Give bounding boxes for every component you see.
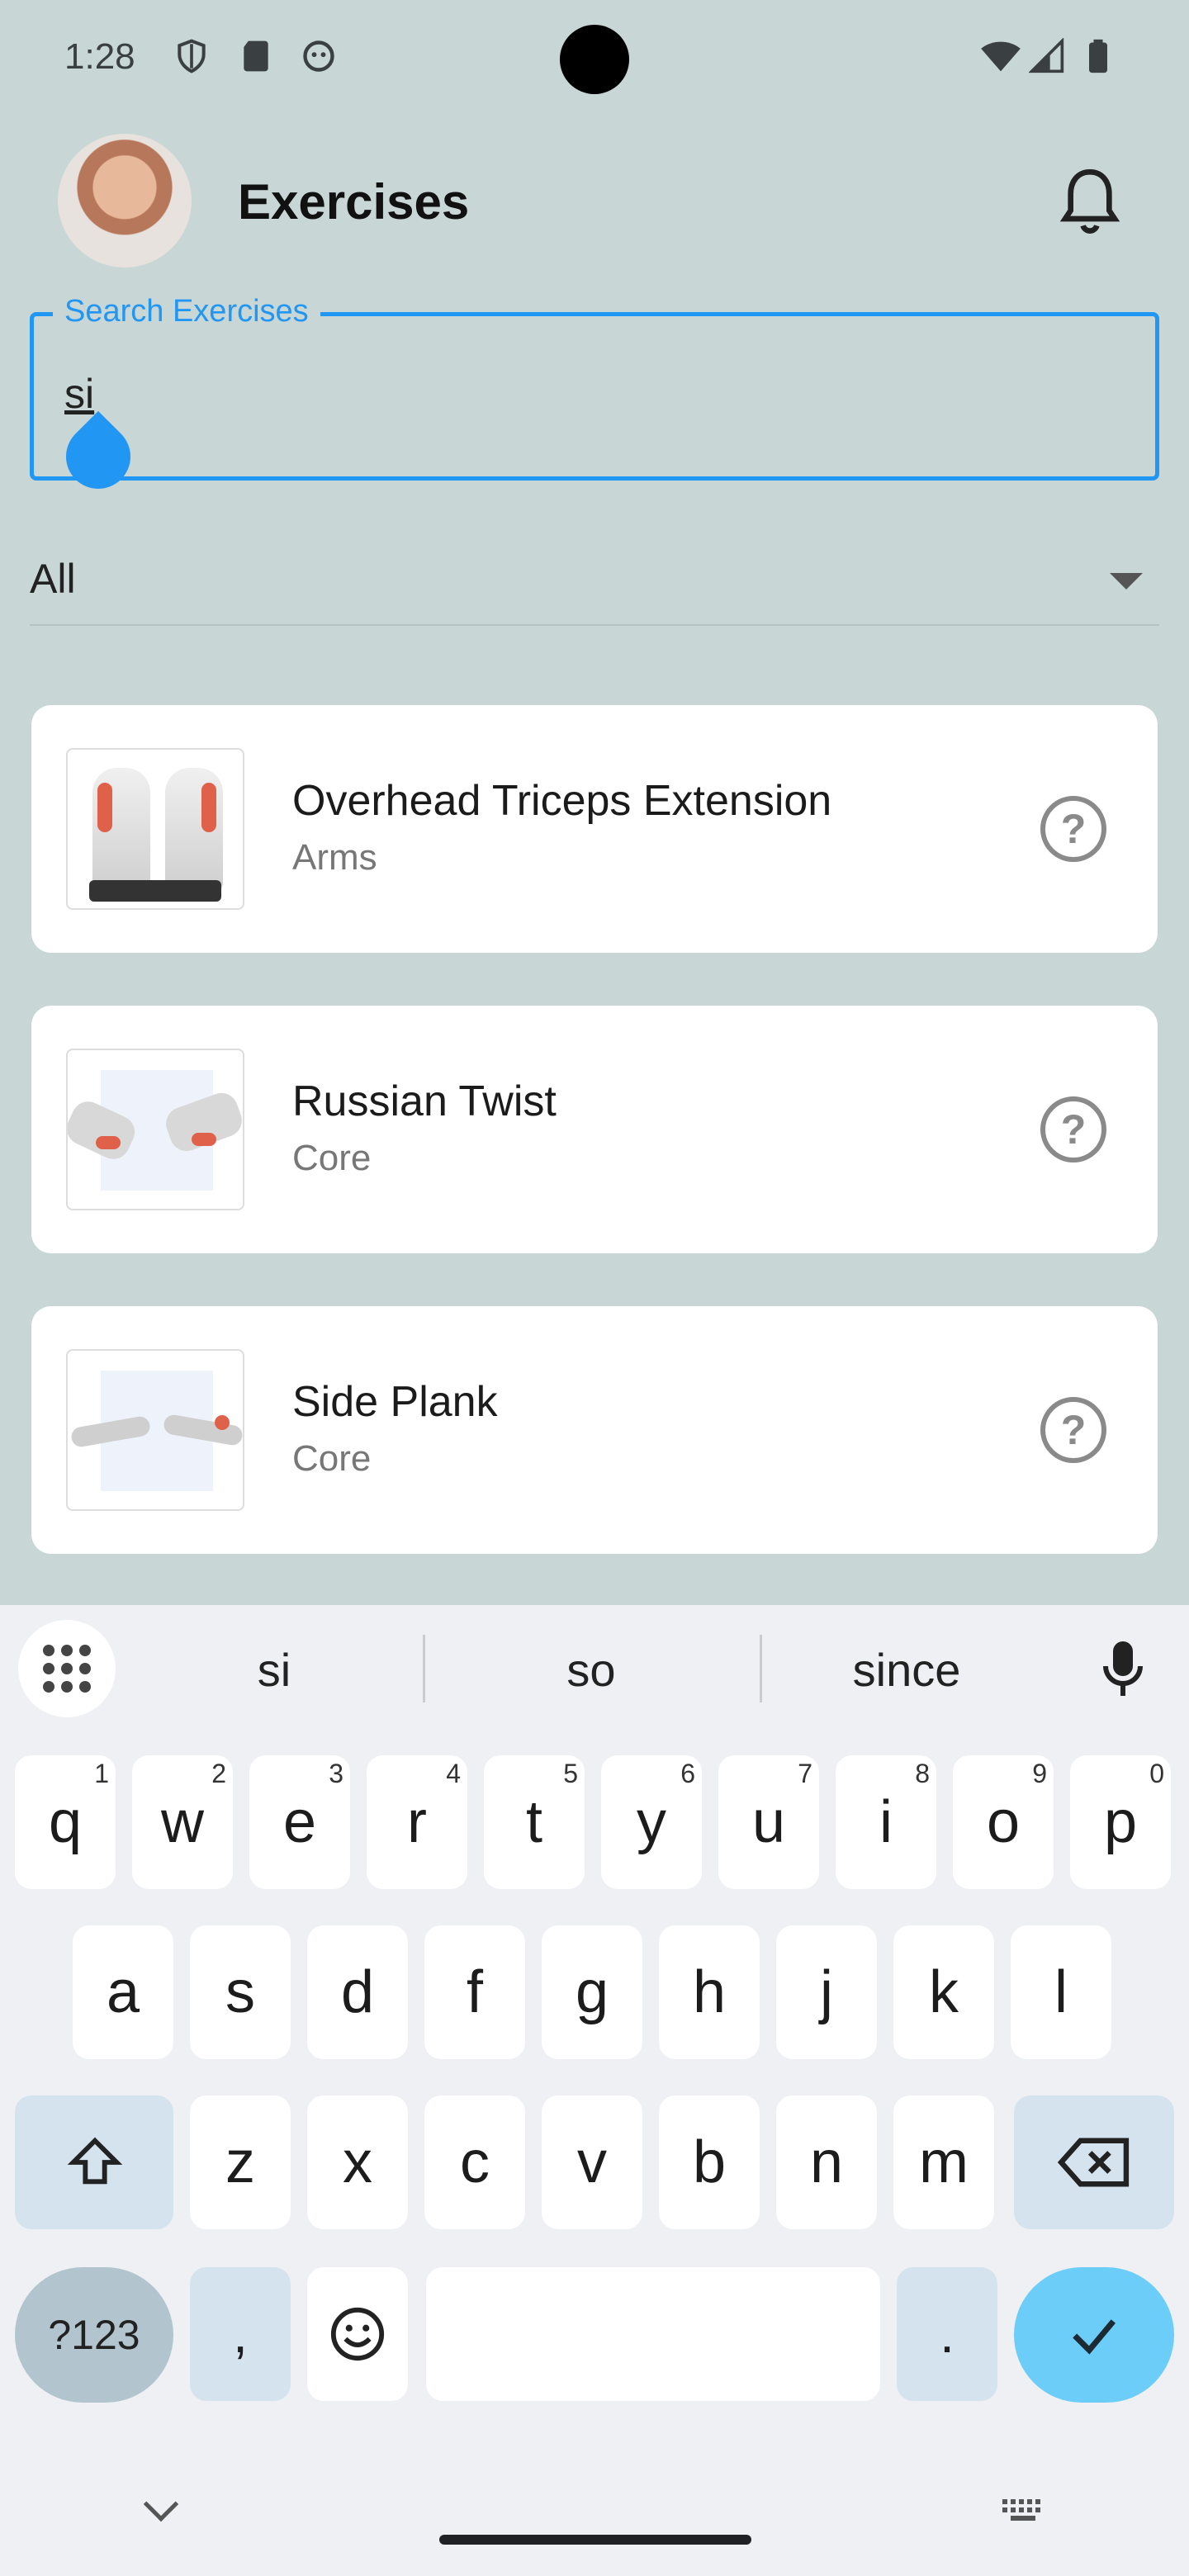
on-screen-keyboard: [0, 1605, 1189, 2576]
wifi-icon: [981, 41, 1021, 72]
notification-bell-icon[interactable]: [1057, 165, 1123, 239]
exercise-thumbnail: [66, 1349, 244, 1511]
sd-card-icon: [244, 40, 268, 72]
exercise-category: Core: [292, 1138, 372, 1178]
search-input-value[interactable]: si: [64, 370, 94, 418]
key-u[interactable]: u7: [718, 1755, 819, 1889]
key-g[interactable]: g: [542, 1925, 642, 2059]
shift-icon: [67, 2137, 123, 2185]
key-y[interactable]: y6: [601, 1755, 702, 1889]
key-d[interactable]: d: [307, 1925, 408, 2059]
microphone-icon[interactable]: [1103, 1638, 1143, 1699]
exercise-category: Arms: [292, 837, 377, 878]
comma-key[interactable]: ,: [190, 2267, 291, 2401]
key-b[interactable]: b: [659, 2095, 760, 2229]
key-o[interactable]: o9: [953, 1755, 1054, 1889]
help-icon[interactable]: ?: [1040, 1397, 1106, 1463]
category-filter-dropdown[interactable]: All: [30, 555, 76, 603]
status-time: 1:28: [64, 36, 135, 77]
shift-key[interactable]: [15, 2095, 173, 2229]
exercise-card[interactable]: Overhead Triceps Extension Arms ?: [31, 705, 1158, 953]
checkmark-icon: [1073, 2319, 1116, 2355]
key-v[interactable]: v: [542, 2095, 642, 2229]
space-key[interactable]: [426, 2267, 880, 2401]
battery-icon: [1089, 39, 1107, 73]
exercise-thumbnail: [66, 1049, 244, 1210]
emoji-key[interactable]: [307, 2267, 408, 2401]
dropdown-arrow-icon[interactable]: [1110, 573, 1143, 590]
key-x[interactable]: x: [307, 2095, 408, 2229]
help-icon[interactable]: ?: [1040, 1096, 1106, 1163]
enter-key[interactable]: [1014, 2267, 1174, 2403]
key-i[interactable]: i8: [836, 1755, 936, 1889]
key-k[interactable]: k: [893, 1925, 994, 2059]
page-title: Exercises: [238, 174, 470, 230]
suggestion-divider: [423, 1635, 425, 1702]
key-m[interactable]: m: [893, 2095, 994, 2229]
home-gesture-bar[interactable]: [439, 2535, 751, 2545]
exercise-thumbnail: [66, 748, 244, 910]
search-label: Search Exercises: [53, 294, 320, 329]
key-j[interactable]: j: [776, 1925, 877, 2059]
exercise-name: Russian Twist: [292, 1077, 557, 1125]
symbols-key[interactable]: ?123: [15, 2267, 173, 2403]
key-q[interactable]: q1: [15, 1755, 116, 1889]
key-l[interactable]: l: [1011, 1925, 1111, 2059]
exercise-name: Side Plank: [292, 1378, 498, 1426]
emoji-icon: [330, 2307, 385, 2361]
exercise-card[interactable]: Side Plank Core ?: [31, 1306, 1158, 1554]
period-key[interactable]: .: [897, 2267, 997, 2401]
key-w[interactable]: w2: [132, 1755, 233, 1889]
backspace-icon: [1057, 2138, 1130, 2187]
key-h[interactable]: h: [659, 1925, 760, 2059]
shield-icon: [178, 39, 206, 73]
exercise-category: Core: [292, 1438, 372, 1479]
suggestion-item[interactable]: si: [142, 1643, 406, 1697]
key-s[interactable]: s: [190, 1925, 291, 2059]
backspace-key[interactable]: [1014, 2095, 1174, 2229]
key-t[interactable]: t5: [484, 1755, 585, 1889]
dropdown-underline: [30, 624, 1159, 626]
exercise-card[interactable]: Russian Twist Core ?: [31, 1006, 1158, 1253]
suggestion-item[interactable]: since: [775, 1643, 1039, 1697]
camera-cutout: [560, 25, 629, 94]
key-e[interactable]: e3: [249, 1755, 350, 1889]
key-p[interactable]: p0: [1070, 1755, 1171, 1889]
search-input[interactable]: [30, 312, 1159, 481]
avatar[interactable]: [58, 134, 192, 268]
key-c[interactable]: c: [424, 2095, 525, 2229]
keyboard-apps-grid-icon[interactable]: [18, 1620, 116, 1717]
help-icon[interactable]: ?: [1040, 796, 1106, 862]
key-n[interactable]: n: [776, 2095, 877, 2229]
cell-signal-icon: [1029, 38, 1064, 73]
keyboard-switch-icon[interactable]: [1001, 2497, 1047, 2525]
key-r[interactable]: r4: [367, 1755, 467, 1889]
key-f[interactable]: f: [424, 1925, 525, 2059]
key-z[interactable]: z: [190, 2095, 291, 2229]
key-a[interactable]: a: [73, 1925, 173, 2059]
suggestion-divider: [760, 1635, 762, 1702]
suggestion-item[interactable]: so: [459, 1643, 723, 1697]
app-notification-icon: [303, 40, 334, 72]
exercise-name: Overhead Triceps Extension: [292, 777, 832, 825]
